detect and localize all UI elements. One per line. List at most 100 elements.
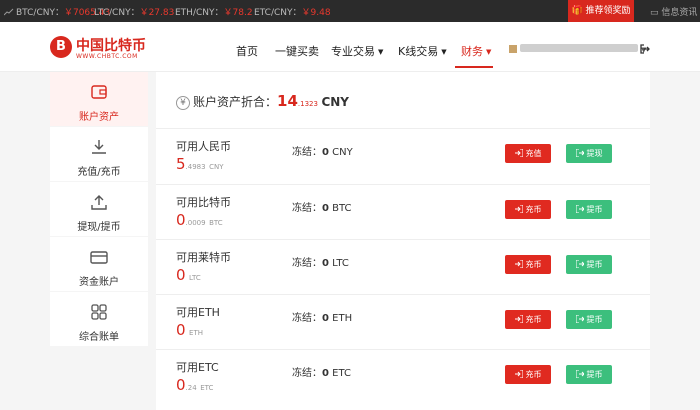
balance-integer: 5 [176,155,186,173]
frozen-value: 0 [322,313,329,324]
available-balance: 0.24 ETC [176,376,213,394]
balance-unit: BTC [209,219,223,227]
asset-row-btc: 可用比特币 0.0009 BTC 冻结：0 BTC 充币 提币 [156,185,650,240]
referral-reward-button[interactable]: 🎁 推荐领奖励 [568,0,634,22]
total-assets-label: 账户资产折合： [193,95,278,109]
withdraw-label: 提币 [586,205,603,214]
frozen-balance: 冻结：0 BTC [292,199,352,214]
frozen-label: 冻结： [292,147,322,158]
frozen-balance: 冻结：0 ETC [292,364,351,379]
asset-name: 可用人民币 [176,140,231,153]
balance-integer: 0 [176,211,186,229]
logout-arrow-icon [575,260,584,268]
nav-pro-trade[interactable]: 专业交易 ▼ [331,43,383,59]
frozen-balance: 冻结：0 CNY [292,143,353,158]
message-center-label: 信息资讯 [661,8,698,18]
nav-quick-trade[interactable]: 一键买卖 [275,43,319,59]
sidebar-item-label: 提现/提币 [77,222,121,233]
deposit-button[interactable]: 充币 [505,200,551,219]
frozen-unit: ETH [332,313,353,324]
price-ticker-bar: BTC/CNY：￥7065.43 LTC/CNY：￥27.83 ETH/CNY：… [0,0,700,22]
deposit-label: 充币 [525,370,542,379]
total-assets-fraction: .1323 [297,100,318,108]
ticker-item-ltc[interactable]: LTC/CNY：￥27.83 [94,5,174,18]
sidebar-item-deposit[interactable]: 充值/充币 [50,127,148,181]
deposit-button[interactable]: 充币 [505,310,551,329]
withdraw-label: 提币 [586,315,603,324]
deposit-button[interactable]: 充币 [505,255,551,274]
balance-unit: CNY [209,163,224,171]
nav-finance[interactable]: 财务 ▼ [461,43,491,59]
frozen-label: 冻结： [292,313,322,324]
sidebar-item-statement[interactable]: 综合账单 [50,292,148,346]
nav-active-indicator [455,66,493,68]
sidebar-item-assets[interactable]: 账户资产 [50,72,148,126]
withdraw-label: 提币 [586,260,603,269]
total-assets-summary: ¥ 账户资产折合：14.1323 CNY [176,92,349,110]
sidebar-item-withdraw[interactable]: 提现/提币 [50,182,148,236]
nav-kline-trade[interactable]: K线交易 ▼ [398,43,447,59]
deposit-button[interactable]: 充值 [505,144,551,163]
logout-arrow-icon [575,205,584,213]
available-balance: 0 LTC [176,266,201,284]
frozen-label: 冻结： [292,203,322,214]
asset-name: 可用ETC [176,361,219,374]
ticker-price: ￥27.83 [139,8,175,18]
login-arrow-icon [514,149,523,157]
user-account-menu[interactable]: ▼ [509,44,646,55]
ticker-item-etc[interactable]: ETC/CNY：￥9.48 [254,5,331,18]
sidebar-item-label: 资金账户 [79,277,119,288]
logo-url: WWW.CHBTC.COM [76,53,138,60]
balance-fraction: .0009 [185,219,206,227]
frozen-unit: BTC [332,203,352,214]
sidebar-item-fund-account[interactable]: 资金账户 [50,237,148,291]
login-arrow-icon [514,370,523,378]
login-arrow-icon [514,260,523,268]
asset-name: 可用莱特币 [176,251,231,264]
asset-name: 可用比特币 [176,196,231,209]
logout-icon[interactable] [640,44,650,54]
asset-row-etc: 可用ETC 0.24 ETC 冻结：0 ETC 充币 提币 [156,350,650,405]
frozen-value: 0 [322,368,329,379]
ticker-price: ￥78.2 [223,8,253,18]
frozen-unit: ETC [332,368,351,379]
frozen-value: 0 [322,203,329,214]
ticker-price: ￥9.48 [301,8,331,18]
withdraw-button[interactable]: 提币 [566,365,612,384]
withdraw-button[interactable]: 提币 [566,255,612,274]
frozen-label: 冻结： [292,368,322,379]
login-arrow-icon [514,315,523,323]
withdraw-label: 提币 [586,370,603,379]
upload-icon [91,195,107,210]
ticker-pair: ETC/CNY： [254,8,302,18]
total-assets-unit: CNY [321,95,349,109]
frozen-balance: 冻结：0 LTC [292,254,349,269]
balance-integer: 0 [176,266,186,284]
wallet-icon [91,85,107,99]
frozen-value: 0 [322,147,329,158]
balance-unit: ETC [200,384,214,392]
withdraw-button[interactable]: 提币 [566,310,612,329]
available-balance: 5.4983 CNY [176,155,224,173]
deposit-label: 充值 [525,149,542,158]
card-icon [90,251,108,264]
withdraw-button[interactable]: 提现 [566,144,612,163]
frozen-balance: 冻结：0 ETH [292,309,352,324]
nav-pro-trade-label: 专业交易 [331,45,375,58]
ticker-item-eth[interactable]: ETH/CNY：￥78.2 [175,5,253,18]
masked-username [520,44,638,52]
caret-down-icon: ▼ [486,48,492,56]
assets-panel: ¥ 账户资产折合：14.1323 CNY 可用人民币 5.4983 CNY 冻结：… [156,72,650,410]
site-header: B 中国比特币 WWW.CHBTC.COM 首页 一键买卖 专业交易 ▼ K线交易… [0,22,700,72]
ticker-pair: ETH/CNY： [175,8,224,18]
logo-name: 中国比特币 [76,38,146,54]
deposit-button[interactable]: 充币 [505,365,551,384]
available-balance: 0.0009 BTC [176,211,223,229]
withdraw-button[interactable]: 提币 [566,200,612,219]
referral-reward-label: 推荐领奖励 [585,6,631,16]
asset-name: 可用ETH [176,306,220,319]
frozen-value: 0 [322,258,329,269]
message-center-link[interactable]: ▭ 信息资讯 [650,5,697,18]
withdraw-label: 提现 [586,149,603,158]
nav-home[interactable]: 首页 [236,43,258,59]
